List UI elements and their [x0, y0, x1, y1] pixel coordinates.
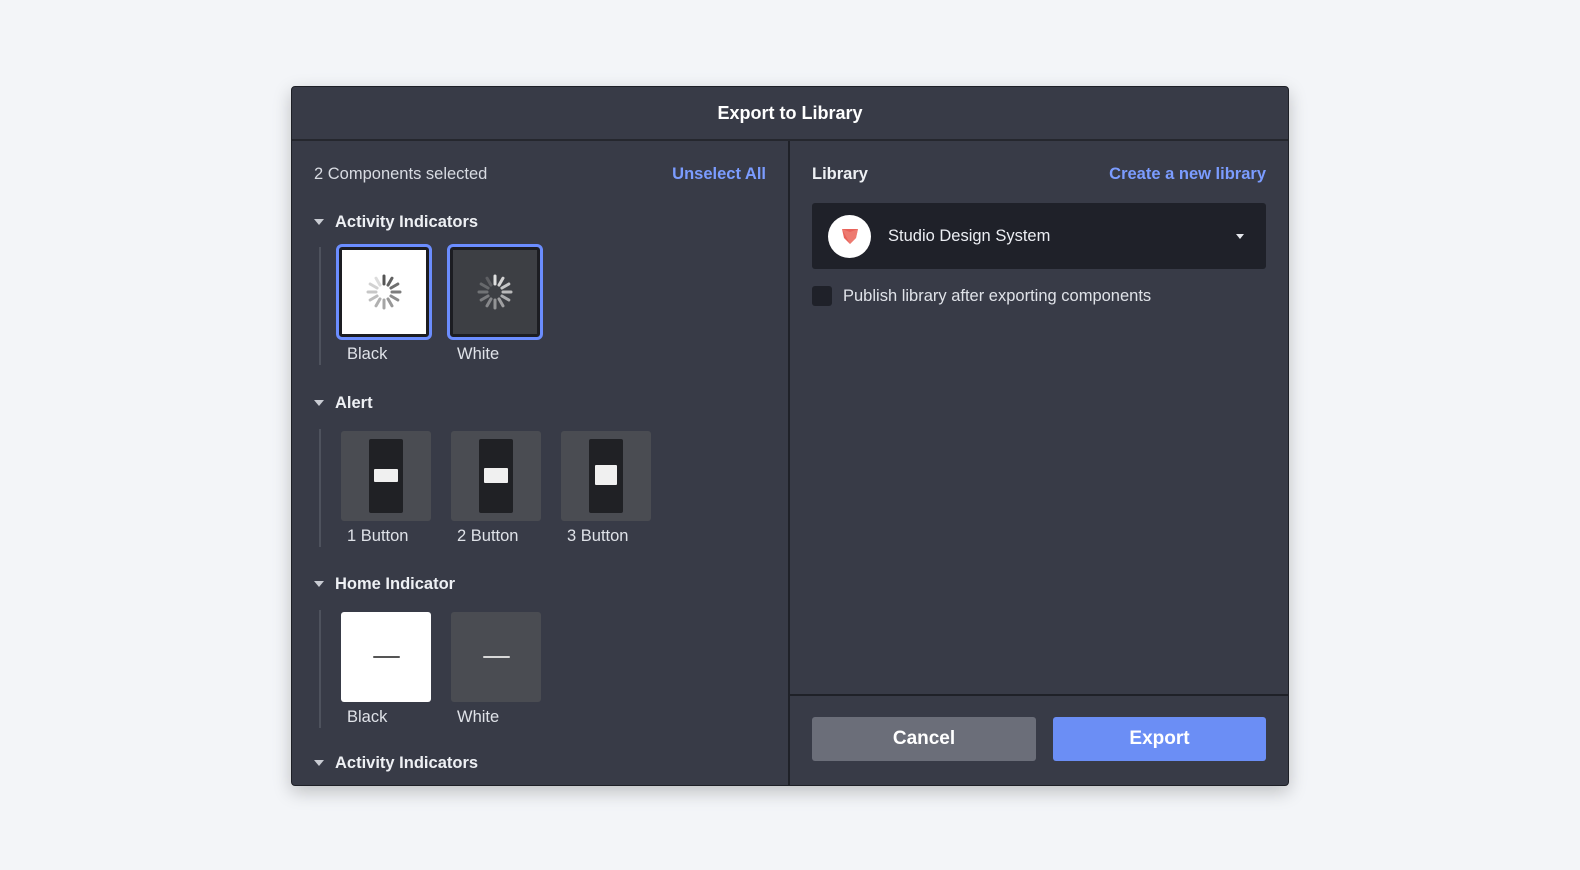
alert-preview — [369, 439, 403, 513]
cancel-button[interactable]: Cancel — [812, 717, 1036, 761]
group-divider — [319, 610, 321, 728]
tile-label: 2 Button — [457, 527, 519, 545]
selected-count: 2 Components selected — [314, 164, 488, 183]
library-label: Library — [812, 164, 868, 183]
dialog-footer: Cancel Export — [790, 694, 1288, 785]
library-pane: Library Create a new library Studio Desi… — [790, 141, 1288, 785]
dialog-body: 2 Components selected Unselect All Activ… — [292, 141, 1288, 785]
publish-checkbox-label: Publish library after exporting componen… — [843, 286, 1152, 305]
component-tile-activity-white[interactable] — [447, 244, 543, 340]
home-bar — [483, 656, 510, 658]
activity-spinner-icon — [366, 274, 402, 310]
group-title: Activity Indicators — [335, 753, 479, 772]
component-tile-activity-black[interactable] — [336, 244, 432, 340]
publish-option[interactable]: Publish library after exporting componen… — [812, 285, 1151, 307]
export-button[interactable]: Export — [1053, 717, 1266, 761]
tile-label: Black — [347, 345, 388, 363]
dialog-title: Export to Library — [292, 87, 1288, 141]
tile-label: 1 Button — [347, 527, 409, 545]
group-title: Activity Indicators — [335, 212, 479, 231]
alert-preview — [589, 439, 623, 513]
component-tile-alert-1-button[interactable] — [341, 431, 431, 521]
alert-box — [484, 468, 508, 483]
activity-spinner-icon — [477, 274, 513, 310]
component-tile-alert-2-button[interactable] — [451, 431, 541, 521]
publish-checkbox[interactable] — [812, 286, 832, 306]
component-tile-home-black[interactable] — [341, 612, 431, 702]
tile-label: Black — [347, 708, 388, 726]
group-home-indicator[interactable]: Home Indicator — [314, 573, 455, 595]
library-header: Library Create a new library — [812, 163, 1266, 185]
unselect-all-link[interactable]: Unselect All — [672, 165, 766, 184]
chevron-down-icon — [1236, 233, 1244, 239]
collapse-caret-icon[interactable] — [314, 219, 324, 225]
components-pane[interactable]: 2 Components selected Unselect All Activ… — [292, 141, 790, 785]
alert-preview — [479, 439, 513, 513]
library-logo-icon — [828, 214, 871, 258]
studio-logo-icon — [841, 229, 858, 244]
create-library-link[interactable]: Create a new library — [1109, 165, 1266, 184]
selection-header: 2 Components selected Unselect All — [314, 163, 766, 185]
group-title: Home Indicator — [335, 574, 456, 593]
component-tile-alert-3-button[interactable] — [561, 431, 651, 521]
tile-label: White — [457, 708, 500, 726]
group-activity-indicators-2[interactable]: Activity Indicators — [314, 752, 478, 774]
collapse-caret-icon[interactable] — [314, 760, 324, 766]
component-tile-home-white[interactable] — [451, 612, 541, 702]
tile-label: White — [457, 345, 500, 363]
home-bar — [373, 656, 400, 658]
group-alert[interactable]: Alert — [314, 392, 373, 414]
library-select[interactable]: Studio Design System — [812, 203, 1266, 269]
group-divider — [319, 429, 321, 547]
group-divider — [319, 247, 321, 365]
alert-box — [595, 465, 617, 485]
group-activity-indicators[interactable]: Activity Indicators — [314, 211, 478, 233]
alert-box — [374, 469, 398, 482]
tile-label: 3 Button — [567, 527, 629, 545]
group-title: Alert — [335, 393, 373, 412]
export-dialog: Export to Library 2 Components selected … — [291, 86, 1289, 786]
collapse-caret-icon[interactable] — [314, 400, 324, 406]
collapse-caret-icon[interactable] — [314, 581, 324, 587]
selected-library-name: Studio Design System — [888, 226, 1051, 245]
